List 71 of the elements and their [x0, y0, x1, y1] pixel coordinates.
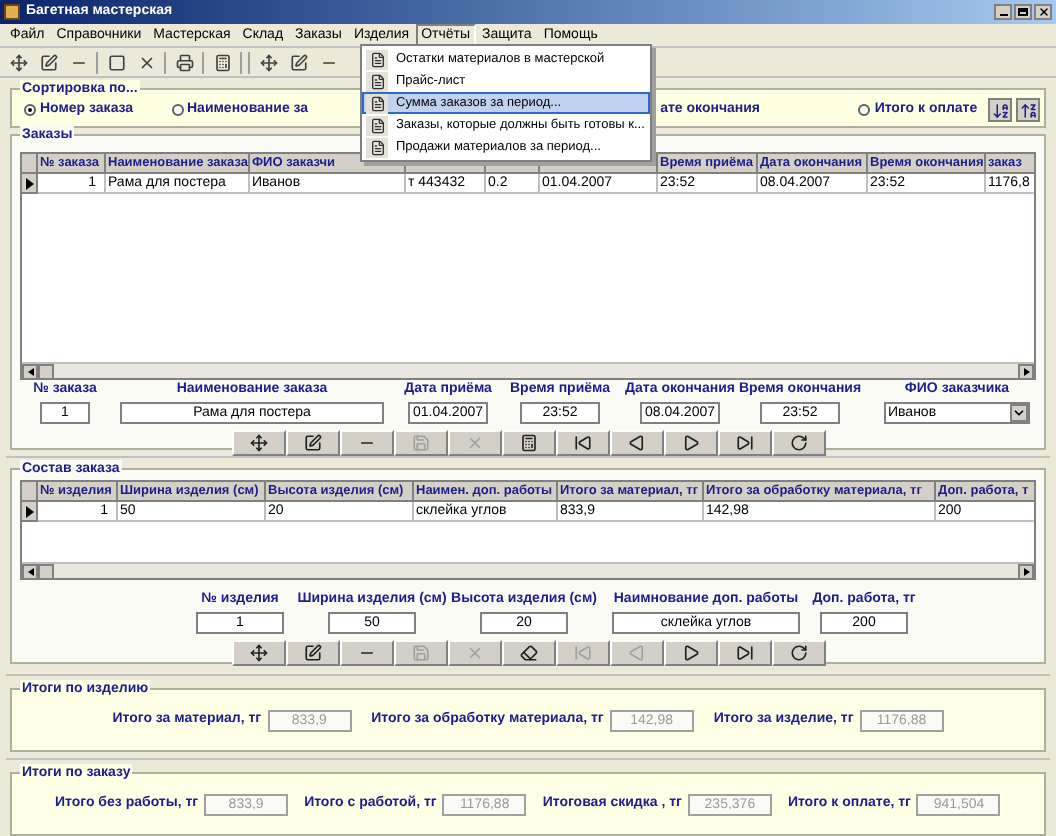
skip-forward-icon — [735, 644, 753, 662]
refresh-icon — [789, 644, 807, 662]
close-icon — [465, 434, 483, 452]
maximize-button[interactable] — [1014, 4, 1032, 20]
horizontal-scrollbar[interactable] — [22, 562, 1034, 578]
last-button[interactable] — [717, 640, 771, 666]
calculator-icon — [213, 53, 231, 71]
printer-icon — [175, 53, 193, 71]
minimize-button[interactable] — [994, 4, 1012, 20]
calculator-icon — [519, 434, 537, 452]
close-icon — [137, 53, 155, 71]
sort-ascending-icon — [991, 101, 1009, 119]
skip-back-icon — [573, 434, 591, 452]
sort-descending-button[interactable] — [1016, 98, 1040, 122]
sort-descending-icon — [1019, 101, 1037, 119]
first-button[interactable] — [555, 430, 609, 456]
save-icon — [411, 644, 429, 662]
edit-icon — [303, 644, 321, 662]
prev-button[interactable] — [609, 430, 663, 456]
eraser-icon — [519, 644, 537, 662]
next-button[interactable] — [663, 430, 717, 456]
reverse-play-icon — [627, 644, 645, 662]
remove-button[interactable] — [339, 430, 393, 456]
reverse-play-icon — [627, 434, 645, 452]
edit-icon — [303, 434, 321, 452]
toolbar-button[interactable] — [286, 50, 310, 74]
radio-button[interactable] — [171, 104, 183, 116]
play-icon — [681, 644, 699, 662]
toolbar-button[interactable] — [36, 50, 60, 74]
edit-button[interactable] — [285, 640, 339, 666]
close-button[interactable] — [1034, 4, 1052, 20]
refresh-button[interactable] — [771, 430, 825, 456]
close-icon — [465, 644, 483, 662]
report-icon — [369, 51, 385, 67]
last-button[interactable] — [717, 430, 771, 456]
report-icon — [369, 139, 385, 155]
toolbar-button[interactable] — [172, 50, 196, 74]
next-button[interactable] — [663, 640, 717, 666]
report-icon — [369, 73, 385, 89]
remove-button[interactable] — [339, 640, 393, 666]
radio-button[interactable] — [24, 104, 36, 116]
radio-button[interactable] — [858, 104, 871, 116]
move-icon — [249, 434, 267, 452]
edit-icon — [289, 53, 307, 71]
refresh-button[interactable] — [771, 640, 825, 666]
sort-ascending-button[interactable] — [988, 98, 1012, 122]
edit-icon — [39, 53, 57, 71]
toolbar-button[interactable] — [210, 50, 234, 74]
move-icon — [249, 644, 267, 662]
save-icon — [411, 434, 429, 452]
play-icon — [681, 434, 699, 452]
square-icon — [107, 53, 125, 71]
app-icon — [4, 4, 20, 20]
refresh-icon — [789, 434, 807, 452]
erase-button[interactable] — [501, 640, 555, 666]
move-icon — [259, 53, 277, 71]
toolbar-button[interactable] — [256, 50, 280, 74]
report-icon — [369, 95, 385, 111]
calc-button[interactable] — [501, 430, 555, 456]
horizontal-scrollbar[interactable] — [22, 362, 1034, 378]
move-icon — [9, 53, 27, 71]
toolbar-button[interactable] — [6, 50, 30, 74]
skip-forward-icon — [735, 434, 753, 452]
edit-button[interactable] — [285, 430, 339, 456]
row-indicator[interactable] — [22, 174, 38, 194]
toolbar-button[interactable] — [104, 50, 128, 74]
move-button[interactable] — [231, 430, 285, 456]
skip-back-icon — [573, 644, 591, 662]
move-button[interactable] — [231, 640, 285, 666]
row-indicator[interactable] — [22, 502, 38, 522]
report-icon — [369, 117, 385, 133]
